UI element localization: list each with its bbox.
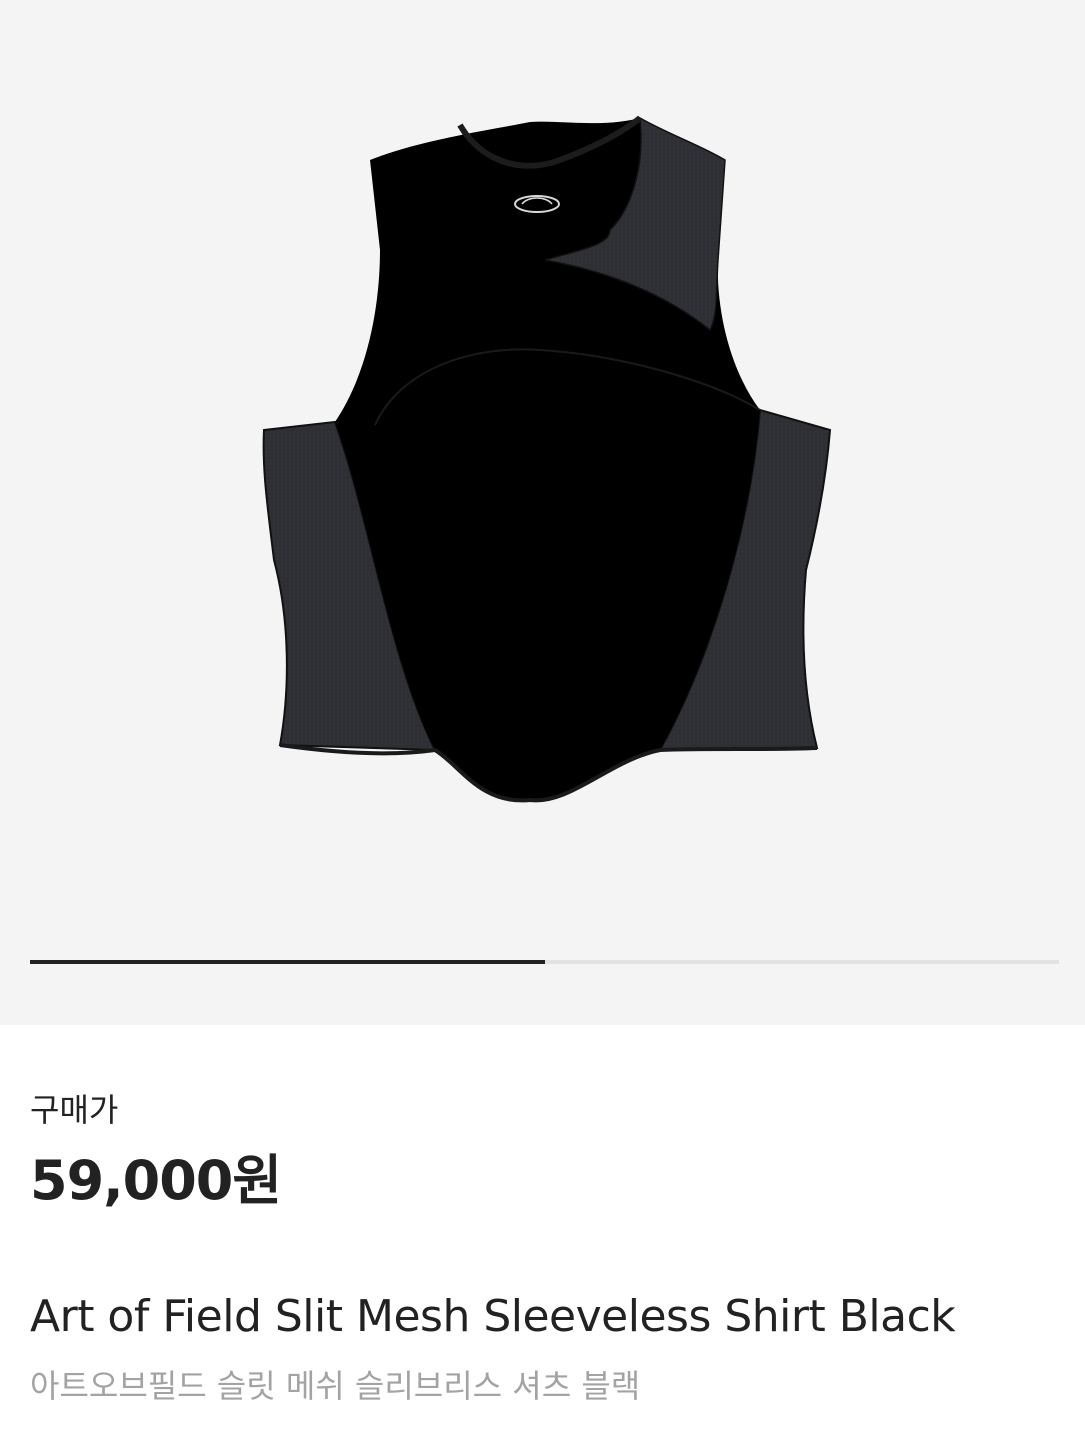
- product-image[interactable]: [230, 100, 855, 820]
- gallery-progress-bar: [30, 960, 1059, 964]
- product-name-en: Art of Field Slit Mesh Sleeveless Shirt …: [30, 1291, 956, 1342]
- product-image-gallery[interactable]: [0, 0, 1085, 1025]
- product-name-ko: 아트오브필드 슬릿 메쉬 슬리브리스 셔츠 블랙: [30, 1367, 641, 1405]
- price-value: 59,000원: [30, 1149, 282, 1212]
- gallery-progress-fill: [30, 960, 545, 964]
- price-label: 구매가: [30, 1091, 119, 1129]
